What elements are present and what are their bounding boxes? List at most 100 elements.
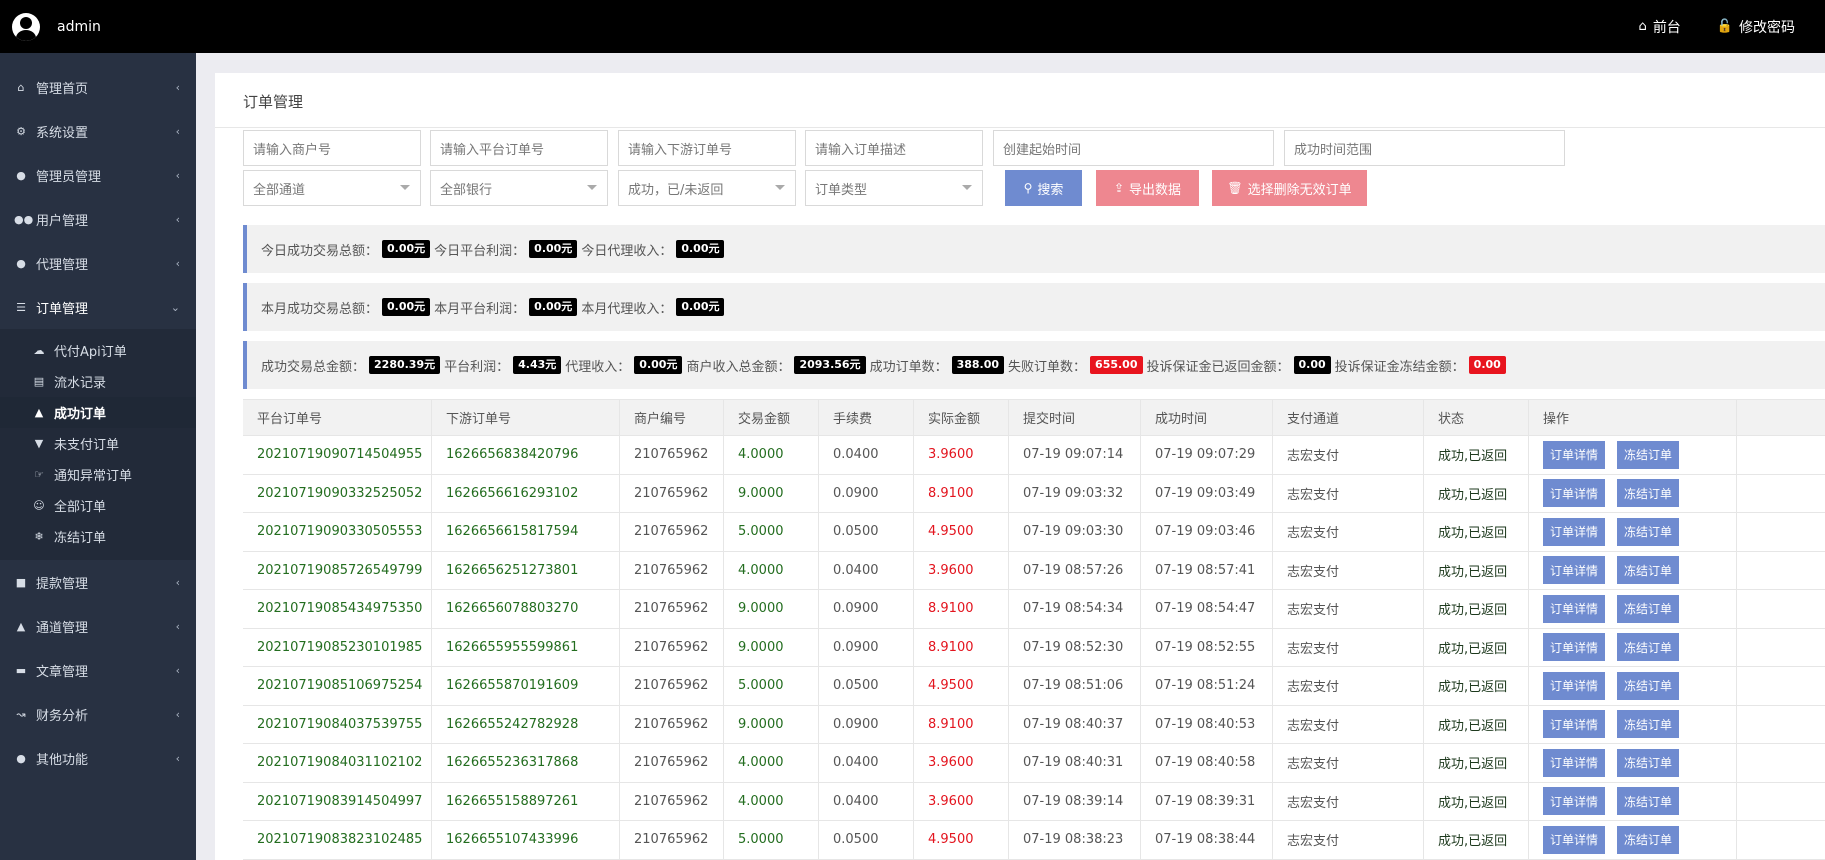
table-row: 20210719090714504955 1626656838420796 2107… — [243, 436, 1825, 475]
home-link[interactable]: ⌂ 前台 — [1639, 17, 1681, 37]
cell-platform: 20210719085726549799 — [243, 551, 432, 589]
cell-channel: 志宏支付 — [1273, 551, 1424, 589]
sidebar-item-dashboard[interactable]: ⌂ 管理首页 ‹ — [0, 65, 196, 109]
cell-actual: 4.9500 — [914, 667, 1009, 705]
freeze-order-button[interactable]: 冻结订单 — [1617, 479, 1680, 508]
main-panel: 订单管理 请输入商户号 请输入平台订单号 请输入下游订单号 请输入订单描述 创建… — [215, 73, 1825, 860]
order-type-select[interactable]: 订单类型 — [805, 170, 983, 206]
table-row: 20210719083914504997 1626655158897261 2107… — [243, 782, 1825, 821]
freeze-order-button[interactable]: 冻结订单 — [1617, 440, 1680, 469]
export-button-label: 导出数据 — [1129, 182, 1182, 198]
freeze-order-button[interactable]: 冻结订单 — [1617, 671, 1680, 700]
create-time-input[interactable]: 创建起始时间 — [993, 130, 1274, 166]
cell-merchant: 210765962 — [620, 782, 724, 820]
sidebar-item-article-management[interactable]: ▬ 文章管理 ‹ — [0, 648, 196, 692]
order-detail-button[interactable]: 订单详情 — [1543, 517, 1606, 546]
downstream-order-input[interactable]: 请输入下游订单号 — [618, 130, 796, 166]
bank-select[interactable]: 全部银行 — [430, 170, 608, 206]
sidebar-item-system-settings[interactable]: ⚙ 系统设置 ‹ — [0, 109, 196, 153]
status-select[interactable]: 成功，已/未返回 — [618, 170, 796, 206]
cell-platform: 20210719085434975350 — [243, 590, 432, 628]
freeze-order-button[interactable]: 冻结订单 — [1617, 748, 1680, 777]
submenu-item-payout-api-orders[interactable]: ☁ 代付Api订单 — [0, 335, 196, 366]
freeze-order-button[interactable]: 冻结订单 — [1617, 594, 1680, 623]
order-detail-button[interactable]: 订单详情 — [1543, 825, 1606, 854]
order-detail-button[interactable]: 订单详情 — [1543, 479, 1606, 508]
stat-value: 2093.56元 — [794, 356, 866, 374]
platform-order-input[interactable]: 请输入平台订单号 — [430, 130, 608, 166]
submenu-item-unpaid-orders[interactable]: ▼ 未支付订单 — [0, 428, 196, 459]
channel-select-value: 全部通道 — [253, 182, 306, 198]
submenu-item-notify-exception-orders[interactable]: ☞ 通知异常订单 — [0, 459, 196, 490]
orders-table: 平台订单号 下游订单号 商户编号 交易金额 手续费 实际金额 提交时间 成功时间… — [243, 399, 1825, 860]
cell-channel: 志宏支付 — [1273, 744, 1424, 782]
search-button[interactable]: ⚲ 搜索 — [1005, 170, 1082, 206]
order-detail-button[interactable]: 订单详情 — [1543, 594, 1606, 623]
thumbs-up-icon: ▲ — [34, 406, 44, 419]
submenu-item-flow-records[interactable]: ▤ 流水记录 — [0, 366, 196, 397]
chevron-left-icon: ‹ — [175, 168, 180, 182]
create-time-placeholder: 创建起始时间 — [1003, 142, 1082, 158]
caret-down-icon — [775, 185, 785, 190]
cell-actual: 3.9600 — [914, 782, 1009, 820]
cell-status: 成功,已返回 — [1424, 628, 1529, 666]
freeze-order-button[interactable]: 冻结订单 — [1617, 556, 1680, 585]
cell-actions: 订单详情 冻结订单 — [1529, 628, 1737, 666]
freeze-order-button[interactable]: 冻结订单 — [1617, 517, 1680, 546]
sidebar-item-user-management[interactable]: ●● 用户管理 ‹ — [0, 197, 196, 241]
chevron-down-icon: ⌄ — [170, 300, 180, 314]
freeze-order-button[interactable]: 冻结订单 — [1617, 633, 1680, 662]
list-alt-icon: ▤ — [33, 375, 45, 388]
freeze-order-button[interactable]: 冻结订单 — [1617, 787, 1680, 816]
order-detail-button[interactable]: 订单详情 — [1543, 787, 1606, 816]
cell-downstream: 1626655242782928 — [432, 705, 620, 743]
sidebar-item-order-management[interactable]: ☰ 订单管理 ⌄ — [0, 285, 196, 329]
submenu-item-all-orders[interactable]: ☺ 全部订单 — [0, 490, 196, 521]
cell-platform: 20210719085106975254 — [243, 667, 432, 705]
order-detail-button[interactable]: 订单详情 — [1543, 440, 1606, 469]
cell-amount: 9.0000 — [724, 474, 819, 512]
bank-select-value: 全部银行 — [440, 182, 493, 198]
cell-actions: 订单详情 冻结订单 — [1529, 705, 1737, 743]
order-detail-button[interactable]: 订单详情 — [1543, 633, 1606, 662]
merchant-id-input[interactable]: 请输入商户号 — [243, 130, 421, 166]
order-detail-button[interactable]: 订单详情 — [1543, 710, 1606, 739]
order-description-input[interactable]: 请输入订单描述 — [805, 130, 983, 166]
cell-submit: 07-19 08:38:23 — [1009, 821, 1141, 859]
avatar[interactable] — [12, 12, 40, 41]
chevron-left-icon: ‹ — [175, 80, 180, 94]
sidebar-item-withdrawal-management[interactable]: ■ 提款管理 ‹ — [0, 560, 196, 604]
order-detail-button[interactable]: 订单详情 — [1543, 671, 1606, 700]
column-header: 交易金额 — [724, 400, 819, 435]
cell-downstream: 1626655107433996 — [432, 821, 620, 859]
sidebar-item-agent-management[interactable]: ● 代理管理 ‹ — [0, 241, 196, 285]
sidebar-item-financial-analysis[interactable]: ↝ 财务分析 ‹ — [0, 692, 196, 736]
sidebar-item-other-functions[interactable]: ● 其他功能 ‹ — [0, 736, 196, 780]
stat-value: 0.00元 — [676, 298, 725, 316]
sidebar-item-channel-management[interactable]: ▲ 通道管理 ‹ — [0, 604, 196, 648]
export-button[interactable]: ⇪ 导出数据 — [1096, 170, 1199, 206]
submenu-item-frozen-orders[interactable]: ❄ 冻结订单 — [0, 521, 196, 552]
success-time-range-input[interactable]: 成功时间范围 — [1284, 130, 1565, 166]
sidebar-item-label: 提款管理 — [36, 576, 89, 592]
cell-platform: 20210719090714504955 — [243, 436, 432, 474]
admin-name[interactable]: admin — [57, 19, 101, 35]
order-detail-button[interactable]: 订单详情 — [1543, 556, 1606, 585]
total-stats: 成功交易总金额： 2280.39元 平台利润： 4.43元 代理收入： 0.00元 商… — [243, 341, 1825, 389]
cell-platform: 20210719083823102485 — [243, 821, 432, 859]
freeze-order-button[interactable]: 冻结订单 — [1617, 710, 1680, 739]
change-password-link[interactable]: 🔓 修改密码 — [1717, 17, 1795, 37]
user-circle-icon: ● — [16, 256, 26, 270]
channel-select[interactable]: 全部通道 — [243, 170, 421, 206]
list-icon: ☰ — [16, 300, 26, 314]
table-row: 20210719085726549799 1626656251273801 2107… — [243, 551, 1825, 590]
cell-actions: 订单详情 冻结订单 — [1529, 474, 1737, 512]
freeze-order-button[interactable]: 冻结订单 — [1617, 825, 1680, 854]
sidebar-item-admin-management[interactable]: ● 管理员管理 ‹ — [0, 153, 196, 197]
submenu-item-successful-orders[interactable]: ▲ 成功订单 — [0, 397, 196, 428]
order-detail-button[interactable]: 订单详情 — [1543, 748, 1606, 777]
delete-invalid-orders-button[interactable]: 🗑 选择删除无效订单 — [1212, 170, 1367, 206]
export-icon: ⇪ — [1113, 181, 1125, 195]
stat-label: 成功交易总金额： — [261, 359, 366, 375]
column-header: 商户编号 — [620, 400, 724, 435]
